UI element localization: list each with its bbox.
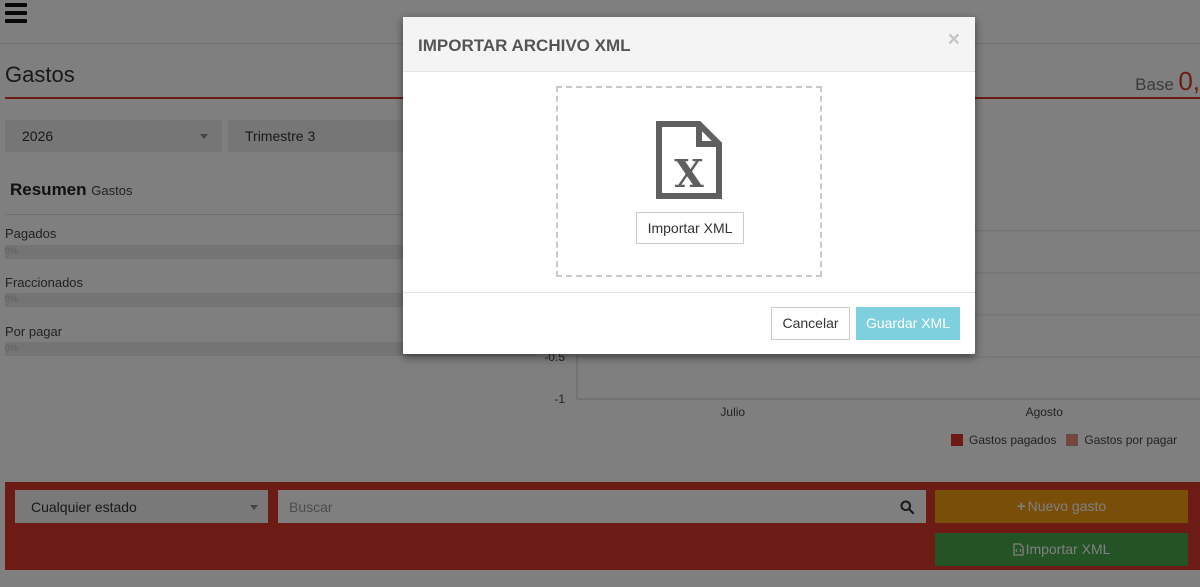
modal-title: IMPORTAR ARCHIVO XML <box>418 36 631 55</box>
modal-header: IMPORTAR ARCHIVO XML × <box>403 17 975 72</box>
import-xml-file-button[interactable]: Importar XML <box>636 212 744 244</box>
xml-file-icon: X <box>656 121 722 199</box>
cancel-button[interactable]: Cancelar <box>771 307 850 340</box>
close-icon[interactable]: × <box>948 29 960 50</box>
import-xml-modal: IMPORTAR ARCHIVO XML × X Importar XML Ca… <box>403 17 975 354</box>
modal-footer-divider <box>403 292 975 293</box>
xml-file-letter: X <box>674 151 704 196</box>
save-xml-button[interactable]: Guardar XML <box>856 307 960 340</box>
file-dropzone[interactable]: X Importar XML <box>556 86 822 277</box>
